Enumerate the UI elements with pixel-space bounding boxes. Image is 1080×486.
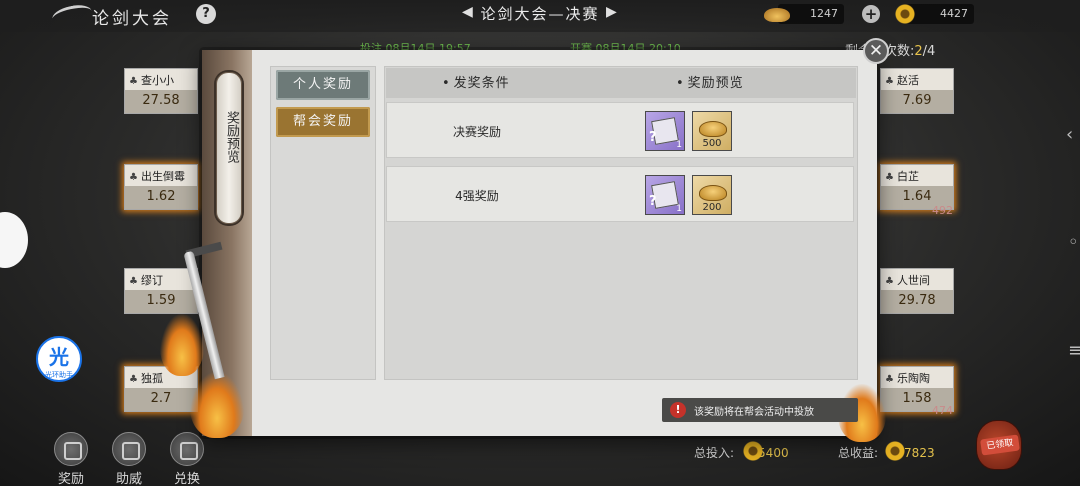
mystery-mark-icon: ?	[649, 130, 657, 145]
assistant-caption: 光环助手	[45, 371, 73, 379]
column-header-preview: 奖励预览	[676, 72, 744, 91]
cheer-icon	[112, 432, 146, 466]
player-name: 赵活	[885, 72, 919, 88]
treasure-chest-icon	[54, 432, 88, 466]
player-name: 乐陶陶	[885, 370, 930, 386]
remaining-count-total: /4	[922, 44, 936, 59]
help-icon[interactable]: ?	[196, 4, 216, 24]
reward-row: 4强奖励 ? 1 200	[386, 166, 854, 222]
ingot-item[interactable]: 200	[692, 175, 732, 215]
flower-icon	[742, 440, 764, 462]
flame-decoration	[190, 372, 244, 438]
side-number: 492	[932, 204, 953, 217]
reward-bag-icon[interactable]: 已领取	[976, 420, 1022, 470]
bottom-nav-cheer[interactable]: 助威	[102, 432, 156, 486]
player-name: 人世间	[885, 272, 930, 288]
side-number: 474	[932, 404, 953, 417]
bottom-nav-label: 助威	[115, 472, 142, 486]
bottom-nav-label: 奖励	[57, 472, 84, 486]
player-name: 缪订	[129, 272, 163, 288]
right-edge-chevron-icon: ‹	[1066, 124, 1074, 145]
player-odds: 2.7	[150, 391, 172, 406]
player-odds: 1.64	[902, 189, 932, 204]
bottom-nav-label: 兑换	[173, 472, 200, 486]
book-box-item[interactable]: ? 1	[645, 175, 685, 215]
bottom-nav-reward[interactable]: 奖励	[44, 432, 98, 486]
assistant-badge[interactable]: 光 光环助手	[36, 336, 82, 382]
flower-icon	[894, 3, 916, 25]
item-amount: 1	[676, 204, 682, 214]
item-amount: 1	[676, 140, 682, 150]
player-name: 出生倒霉	[129, 168, 185, 184]
right-edge-circle-icon: ◦	[1068, 232, 1079, 253]
total-invest-label: 总投入:	[694, 446, 735, 460]
flower-counter: 4427	[906, 4, 974, 24]
modal-title-vertical: 奖励预览	[224, 111, 239, 163]
column-header-condition: 发奖条件	[442, 72, 510, 91]
total-income-label: 总收益:	[838, 446, 879, 460]
warning-icon: !	[670, 402, 686, 418]
ingot-icon	[764, 8, 790, 22]
mystery-mark-icon: ?	[649, 194, 657, 209]
total-income-value: 7823	[904, 446, 935, 460]
assistant-logo-icon: 光	[49, 345, 69, 369]
right-edge-menu-icon: ≡	[1068, 340, 1080, 361]
player-card[interactable]: 出生倒霉 1.62	[124, 164, 198, 210]
flower-icon	[884, 440, 906, 462]
exchange-icon	[170, 432, 204, 466]
add-currency-plus-icon[interactable]: +	[862, 5, 880, 23]
tab-personal-reward[interactable]: 个人奖励	[276, 70, 370, 100]
bag-claimed-tag: 已领取	[980, 434, 1020, 456]
reward-row: 决赛奖励 ? 1 500	[386, 102, 854, 158]
ingot-icon	[699, 185, 727, 201]
stage-title: 论剑大会—决赛	[480, 5, 600, 23]
notice-text: 该奖励将在帮会活动中投放	[694, 407, 814, 418]
player-card[interactable]: 赵活 7.69	[880, 68, 954, 114]
item-amount: 500	[702, 138, 722, 149]
ingot-icon	[699, 121, 727, 137]
sword-decoration-icon	[183, 220, 225, 380]
player-card[interactable]: 查小小 27.58	[124, 68, 198, 114]
player-odds: 7.69	[902, 93, 932, 108]
next-stage-arrow-icon[interactable]: ▶	[606, 4, 617, 20]
player-name: 白芷	[885, 168, 919, 184]
remaining-count-current: 2	[914, 44, 923, 59]
player-odds: 1.62	[146, 189, 176, 204]
app-title: 论剑大会	[92, 9, 172, 29]
tab-guild-reward[interactable]: 帮会奖励	[276, 107, 370, 137]
reward-condition: 4强奖励	[455, 189, 499, 203]
player-name: 独孤	[129, 370, 163, 386]
player-name: 查小小	[129, 72, 174, 88]
player-odds: 27.58	[142, 93, 180, 108]
item-amount: 200	[702, 202, 722, 213]
modal-scroll-title: 奖励预览	[216, 72, 242, 224]
reward-condition: 决赛奖励	[452, 125, 501, 139]
player-card[interactable]: 人世间 29.78	[880, 268, 954, 314]
bottom-nav-exchange[interactable]: 兑换	[160, 432, 214, 486]
notice-bar: ! 该奖励将在帮会活动中投放	[662, 398, 858, 422]
floating-side-button[interactable]	[0, 212, 28, 268]
close-button[interactable]: ✕	[863, 38, 889, 64]
player-odds: 29.78	[898, 293, 936, 308]
book-box-item[interactable]: ? 1	[645, 111, 685, 151]
ingot-item[interactable]: 500	[692, 111, 732, 151]
